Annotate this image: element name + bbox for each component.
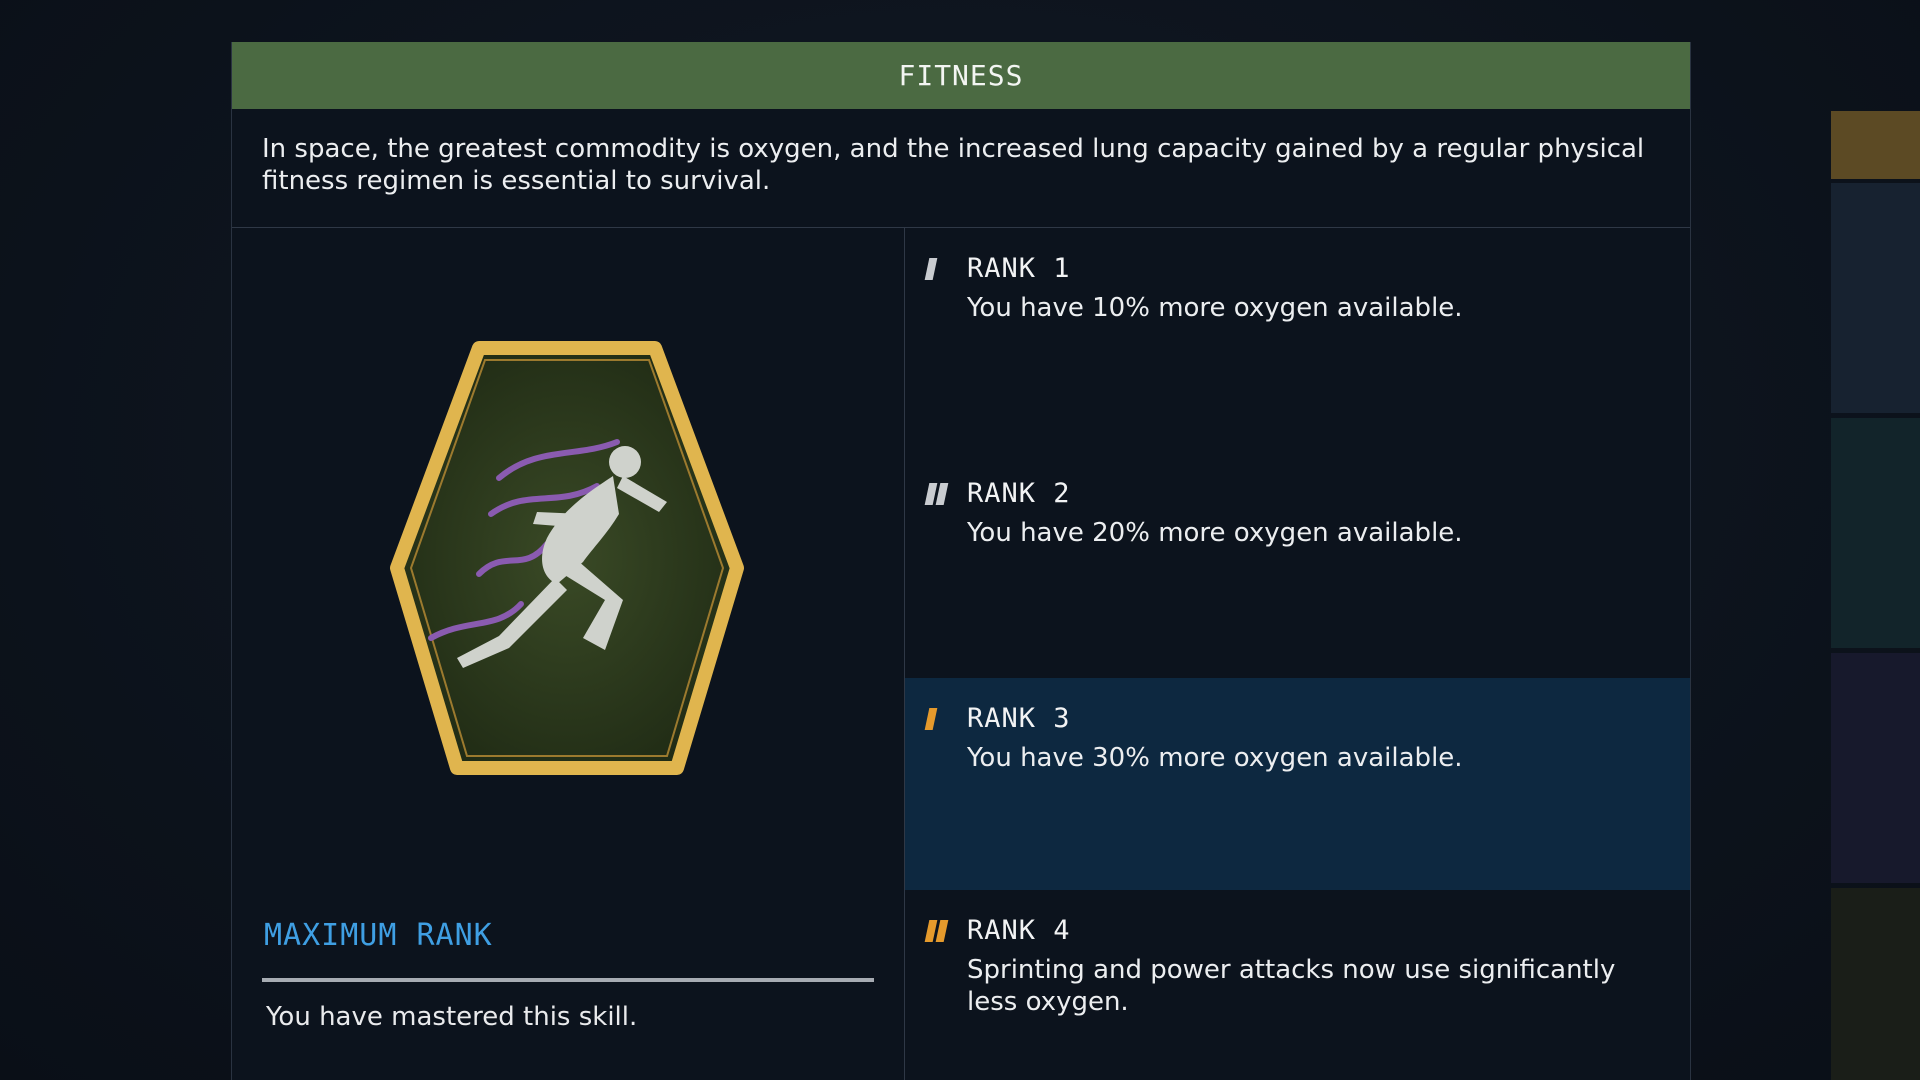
skill-title: FITNESS xyxy=(898,59,1024,92)
skill-description: In space, the greatest commodity is oxyg… xyxy=(232,109,1690,228)
rank-label: RANK 1 xyxy=(967,252,1071,284)
category-tab-physical[interactable] xyxy=(1831,888,1920,1080)
category-tab-tech[interactable] xyxy=(1831,418,1920,648)
rank-list: RANK 1 You have 10% more oxygen availabl… xyxy=(905,228,1690,1080)
rank-description: You have 30% more oxygen available. xyxy=(967,743,1463,773)
rank-pips xyxy=(924,483,949,505)
rank-progress-bar xyxy=(262,978,874,982)
rank-4[interactable]: RANK 4 Sprinting and power attacks now u… xyxy=(905,890,1690,1080)
rank-2[interactable]: RANK 2 You have 20% more oxygen availabl… xyxy=(905,453,1690,678)
skill-overview: MAXIMUM RANK You have mastered this skil… xyxy=(232,228,905,1080)
rank-pip-icon xyxy=(924,708,938,730)
rank-label: RANK 4 xyxy=(967,914,1071,946)
category-tab-combat[interactable] xyxy=(1831,111,1920,179)
skill-panel: FITNESS In space, the greatest commodity… xyxy=(231,42,1691,1080)
rank-label: RANK 2 xyxy=(967,477,1071,509)
category-tab-social[interactable] xyxy=(1831,653,1920,883)
rank-pip-icon xyxy=(935,920,949,942)
rank-pips xyxy=(924,258,938,280)
rank-1[interactable]: RANK 1 You have 10% more oxygen availabl… xyxy=(905,228,1690,453)
rank-pip-icon xyxy=(924,258,938,280)
rank-pips xyxy=(924,708,938,730)
mastered-text: You have mastered this skill. xyxy=(266,1002,638,1032)
sprinting-figure-icon xyxy=(390,341,744,775)
rank-description: You have 20% more oxygen available. xyxy=(967,518,1463,548)
skill-screen: FITNESS In space, the greatest commodity… xyxy=(0,0,1920,1080)
rank-pips xyxy=(924,920,949,942)
max-rank-label: MAXIMUM RANK xyxy=(264,918,493,953)
skill-body: MAXIMUM RANK You have mastered this skil… xyxy=(232,228,1690,1080)
rank-description: You have 10% more oxygen available. xyxy=(967,293,1463,323)
rank-description: Sprinting and power attacks now use sign… xyxy=(967,955,1616,1017)
rank-pip-icon xyxy=(935,483,949,505)
rank-3[interactable]: RANK 3 You have 30% more oxygen availabl… xyxy=(905,678,1690,890)
rank-label: RANK 3 xyxy=(967,702,1071,734)
skill-title-bar: FITNESS xyxy=(232,42,1690,109)
category-tab-science[interactable] xyxy=(1831,183,1920,413)
